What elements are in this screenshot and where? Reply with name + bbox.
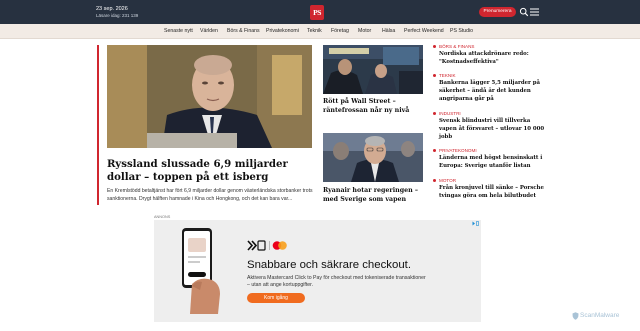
side-story-category: INDUSTRI: [433, 111, 545, 117]
side-story-3[interactable]: INDUSTRI Svensk blindustri vill tillverk…: [433, 111, 545, 142]
story-image-wall-street[interactable]: [323, 45, 423, 94]
story-image-ryanair[interactable]: [323, 133, 423, 182]
side-story-title[interactable]: Länderna med högst bensinskatt i Europa:…: [433, 154, 545, 170]
nav-item-motor[interactable]: Motor: [358, 28, 371, 34]
lead-story-title[interactable]: Ryssland slussade 6,9 miljarder dollar –…: [107, 158, 317, 183]
top-bar: 23 sep. 2026 Läsare idag: 231 139 PS Pre…: [0, 0, 640, 24]
story-title-wall-street[interactable]: Rött på Wall Street – räntefrossan når n…: [323, 97, 428, 115]
category-dot-icon: [433, 149, 436, 153]
side-story-title[interactable]: Nordiska attackdrönare redo: "Kostnadsef…: [433, 50, 545, 66]
nav-item-ps-studio[interactable]: PS Studio: [450, 28, 473, 34]
lead-story-image[interactable]: [107, 45, 312, 148]
side-story-category: PRIVATEKONOMI: [433, 148, 545, 154]
category-dot-icon: [433, 45, 436, 49]
side-story-title[interactable]: Svensk blindustri vill tillverka vapen å…: [433, 117, 545, 142]
ad-label: ANNONS: [154, 215, 171, 219]
search-icon[interactable]: [519, 7, 529, 17]
current-date: 23 sep. 2026: [96, 6, 128, 12]
category-nav: Senaste nytt Världen Börs & Finans Priva…: [0, 24, 640, 39]
watermark-text: ScanMalware: [580, 312, 620, 319]
category-label: INDUSTRI: [439, 111, 461, 116]
ad-body-text: Aktivera Mastercard Click to Pay för che…: [247, 275, 426, 288]
ad-headline: Snabbare och säkrare checkout.: [247, 259, 411, 271]
nav-item-foretag[interactable]: Företag: [331, 28, 349, 34]
ad-choices-icon[interactable]: [472, 221, 479, 226]
nav-item-perfect-weekend[interactable]: Perfect Weekend: [404, 28, 444, 34]
hamburger-menu-icon[interactable]: [530, 8, 539, 16]
category-label: BÖRS & FINANS: [439, 44, 475, 49]
nav-item-bors-finans[interactable]: Börs & Finans: [227, 28, 260, 34]
side-story-title[interactable]: Bankerna lägger 5,5 miljarder på säkerhe…: [433, 79, 545, 104]
nav-item-privatekonomi[interactable]: Privatekonomi: [266, 28, 299, 34]
side-story-title[interactable]: Från kronjuvel till sänke – Porsche tvin…: [433, 184, 545, 200]
click-to-pay-mastercard-logo: [247, 240, 287, 251]
site-logo[interactable]: PS: [310, 5, 324, 20]
category-dot-icon: [433, 74, 436, 78]
nav-item-teknik[interactable]: Teknik: [307, 28, 322, 34]
side-story-category: TEKNIK: [433, 73, 545, 79]
category-label: TEKNIK: [439, 73, 456, 78]
subscribe-button[interactable]: Prenumerera: [479, 7, 516, 17]
side-story-category: BÖRS & FINANS: [433, 44, 545, 50]
side-story-4[interactable]: PRIVATEKONOMI Länderna med högst bensins…: [433, 148, 545, 170]
nav-item-halsa[interactable]: Hälsa: [382, 28, 395, 34]
nav-item-varlden[interactable]: Världen: [200, 28, 218, 34]
lead-accent-bar: [97, 45, 99, 205]
story-title-ryanair[interactable]: Ryanair hotar regeringen – med Sverige s…: [323, 186, 428, 204]
lead-story-intro: En Kremlstödd betaltjänst har fört 6,9 m…: [107, 188, 313, 202]
side-story-category: MOTOR: [433, 178, 545, 184]
nav-item-senaste-nytt[interactable]: Senaste nytt: [164, 28, 193, 34]
ad-phone-illustration: [182, 228, 220, 314]
ad-cta-button[interactable]: Kom igång: [247, 293, 305, 303]
readers-today: Läsare idag: 231 139: [96, 12, 139, 18]
side-story-1[interactable]: BÖRS & FINANS Nordiska attackdrönare red…: [433, 44, 545, 66]
side-story-2[interactable]: TEKNIK Bankerna lägger 5,5 miljarder på …: [433, 73, 545, 104]
category-label: PRIVATEKONOMI: [439, 148, 477, 153]
shield-icon: [572, 312, 579, 320]
side-story-5[interactable]: MOTOR Från kronjuvel till sänke – Porsch…: [433, 178, 545, 200]
category-label: MOTOR: [439, 178, 457, 183]
category-dot-icon: [433, 179, 436, 183]
category-dot-icon: [433, 112, 436, 116]
